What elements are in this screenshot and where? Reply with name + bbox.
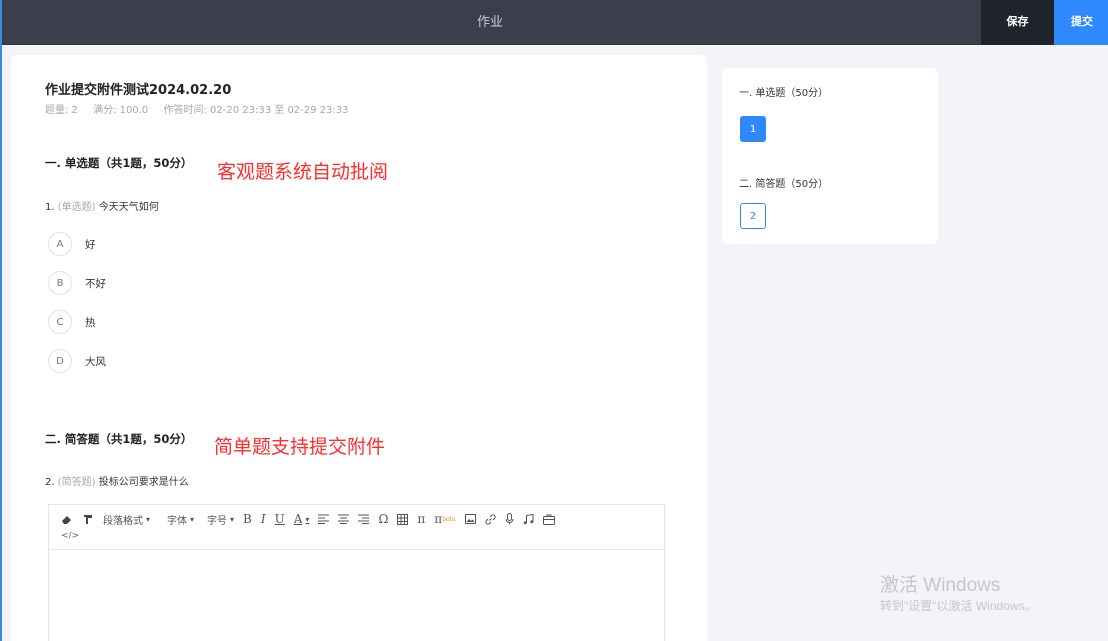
option-letter: A — [48, 232, 72, 256]
question-text: 今天天气如何 — [98, 202, 159, 213]
top-bar: 作业 保存 提交 — [2, 0, 1108, 45]
nav-question-1[interactable]: 1 — [740, 116, 766, 142]
answer-editor: 段落格式 字体 字号 B I U A Ω — [48, 504, 665, 641]
font-family-dropdown[interactable]: 字体 — [167, 512, 194, 527]
option-letter: D — [48, 349, 72, 373]
option-letter: C — [48, 310, 72, 334]
format-brush-icon[interactable] — [82, 513, 94, 525]
formula-beta-symbol: π — [434, 512, 443, 526]
underline-button[interactable]: U — [275, 512, 285, 526]
question-type: (简答题) — [57, 477, 96, 488]
source-code-button[interactable]: </> — [61, 531, 656, 541]
option-b[interactable]: B 不好 — [48, 271, 106, 295]
page-title: 作业 — [476, 15, 503, 30]
paragraph-format-dropdown[interactable]: 段落格式 — [103, 512, 150, 527]
section-title-short-answer: 二. 简答题（共1题，50分） — [45, 432, 193, 446]
option-d[interactable]: D 大风 — [48, 349, 106, 373]
font-color-button[interactable]: A — [294, 512, 310, 526]
nav-section-short-answer: 二. 简答题（50分） — [739, 179, 829, 190]
music-icon[interactable] — [523, 513, 534, 525]
option-text: 热 — [85, 316, 96, 329]
font-size-dropdown[interactable]: 字号 — [207, 512, 234, 527]
windows-activation-hint: 转到"设置"以激活 Windows。 — [880, 599, 1037, 613]
align-right-icon[interactable] — [358, 514, 370, 524]
formula-beta-button[interactable]: π beta — [434, 512, 455, 526]
align-center-icon[interactable] — [338, 514, 350, 524]
microphone-icon[interactable] — [505, 513, 514, 525]
question-2: 2. (简答题) 投标公司要求是什么 — [45, 473, 189, 488]
image-icon[interactable] — [464, 514, 476, 524]
windows-activation-title: 激活 Windows — [880, 575, 1001, 596]
italic-button[interactable]: I — [261, 512, 266, 526]
question-number: 2. — [45, 477, 55, 488]
bold-button[interactable]: B — [243, 512, 252, 526]
total-score: 满分: 100.0 — [93, 105, 149, 116]
option-text: 不好 — [85, 277, 106, 290]
save-button[interactable]: 保存 — [981, 0, 1054, 45]
question-type: (单选题) — [57, 202, 96, 213]
submit-button[interactable]: 提交 — [1054, 0, 1108, 45]
answer-time: 作答时间: 02-20 23:33 至 02-29 23:33 — [163, 105, 349, 116]
homework-card: 作业提交附件测试2024.02.20 题量: 2 满分: 100.0 作答时间:… — [11, 55, 707, 641]
homework-meta: 题量: 2 满分: 100.0 作答时间: 02-20 23:33 至 02-2… — [45, 101, 361, 116]
question-number: 1. — [45, 202, 55, 213]
question-1: 1. (单选题) 今天天气如何 — [45, 198, 159, 213]
link-icon[interactable] — [485, 513, 496, 525]
table-icon[interactable] — [397, 513, 409, 525]
question-navigator: 一. 单选题（50分） 1 二. 简答题（50分） 2 — [722, 68, 938, 244]
align-left-icon[interactable] — [318, 514, 330, 524]
attachment-icon[interactable] — [542, 514, 555, 525]
option-text: 好 — [85, 238, 96, 251]
nav-question-2[interactable]: 2 — [740, 203, 766, 229]
option-c[interactable]: C 热 — [48, 310, 96, 334]
question-text: 投标公司要求是什么 — [98, 477, 189, 488]
annotation-attachment-support: 简单题支持提交附件 — [214, 436, 386, 458]
section-title-single-choice: 一. 单选题（共1题，50分） — [45, 156, 193, 170]
editor-toolbar: 段落格式 字体 字号 B I U A Ω — [49, 505, 664, 550]
question-count: 题量: 2 — [45, 105, 78, 116]
nav-section-single-choice: 一. 单选题（50分） — [739, 88, 829, 99]
annotation-auto-grading: 客观题系统自动批阅 — [217, 161, 389, 183]
option-letter: B — [48, 271, 72, 295]
option-a[interactable]: A 好 — [48, 232, 96, 256]
homework-title: 作业提交附件测试2024.02.20 — [45, 83, 232, 98]
formula-button[interactable]: π — [417, 512, 425, 526]
special-character-button[interactable]: Ω — [378, 512, 388, 526]
editor-content-area[interactable] — [49, 550, 664, 641]
beta-badge: beta — [442, 515, 456, 523]
eraser-icon[interactable] — [61, 513, 73, 525]
option-text: 大风 — [85, 355, 106, 368]
